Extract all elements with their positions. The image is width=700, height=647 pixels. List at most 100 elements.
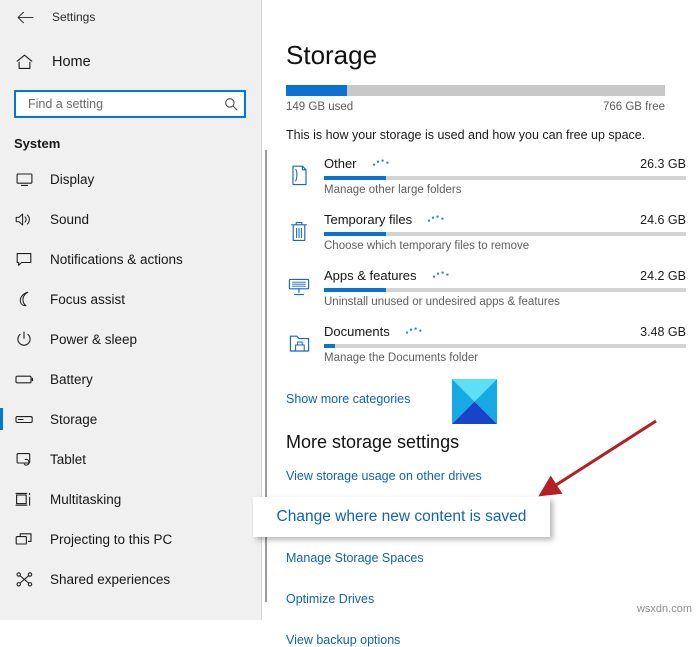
- selection-indicator: [0, 488, 3, 510]
- sidebar-item-battery[interactable]: Battery: [0, 359, 262, 399]
- category-size: 24.6 GB: [640, 213, 686, 227]
- search-input[interactable]: [26, 96, 224, 112]
- sidebar-item-label: Notifications & actions: [50, 251, 183, 267]
- callout-change-where-new-content-saved[interactable]: Change where new content is saved: [253, 497, 550, 537]
- category-bar-fill: [324, 344, 335, 348]
- category-size: 24.2 GB: [640, 269, 686, 283]
- category-subtitle: Uninstall unused or undesired apps & fea…: [324, 296, 560, 308]
- category-header: Documents 3.48 GB: [324, 324, 686, 339]
- callout-text: Change where new content is saved: [276, 508, 527, 525]
- link-view-backup-options[interactable]: View backup options: [286, 633, 700, 647]
- link-view-storage-other-drives[interactable]: View storage usage on other drives: [286, 469, 700, 483]
- settings-window: Settings Home System: [0, 0, 700, 647]
- monitor-keyboard-icon: [286, 272, 312, 302]
- back-button[interactable]: [12, 5, 38, 29]
- sidebar-item-label: Display: [50, 171, 95, 187]
- category-bar: [324, 176, 686, 180]
- folder-save-icon: [286, 328, 312, 358]
- category-body: Apps & features 24.2 GB Uninstall unused…: [324, 268, 700, 308]
- chat-bubble-icon: [14, 249, 34, 269]
- power-icon: [14, 329, 34, 349]
- category-row[interactable]: Documents 3.48 GB Manage the Documents f…: [286, 324, 700, 380]
- intro-text: This is how your storage is used and how…: [286, 128, 646, 142]
- sidebar-item-label: Sound: [50, 211, 90, 227]
- watermark-text: wsxdn.com: [636, 603, 692, 615]
- title-bar: Settings: [0, 0, 262, 34]
- drive-usage-meta: 149 GB used 766 GB free: [286, 101, 665, 113]
- multitasking-icon: [14, 489, 34, 509]
- category-bar: [324, 344, 686, 348]
- category-body: Temporary files 24.6 GB Choose which tem…: [324, 212, 700, 252]
- back-arrow-icon: [16, 11, 34, 23]
- selection-indicator: [0, 168, 3, 190]
- category-bar: [324, 232, 686, 236]
- drive-icon: [14, 409, 34, 429]
- drive-usage-fill: [286, 85, 347, 96]
- sidebar-item-home[interactable]: Home: [0, 44, 262, 80]
- search-box[interactable]: [14, 90, 246, 118]
- sidebar-item-focus-assist[interactable]: Focus assist: [0, 279, 262, 319]
- sidebar-item-label: Tablet: [50, 451, 87, 467]
- sidebar-item-multitasking[interactable]: Multitasking: [0, 479, 262, 519]
- loading-spinner-icon: [371, 158, 393, 168]
- category-row[interactable]: Apps & features 24.2 GB Uninstall unused…: [286, 268, 700, 324]
- sidebar-item-label: Power & sleep: [50, 331, 138, 347]
- search-icon[interactable]: [224, 97, 238, 111]
- category-bar-fill: [324, 176, 386, 180]
- selection-indicator: [0, 568, 3, 590]
- moon-icon: [14, 289, 34, 309]
- sidebar-item-notifications[interactable]: Notifications & actions: [0, 239, 262, 279]
- sidebar-item-label: Focus assist: [50, 291, 126, 307]
- sidebar-item-display[interactable]: Display: [0, 159, 262, 199]
- drive-free-label: 766 GB free: [602, 101, 665, 113]
- file-page-icon: [286, 160, 312, 190]
- sidebar: Settings Home System: [0, 0, 262, 620]
- tablet-icon: [14, 449, 34, 469]
- category-bar-fill: [324, 288, 386, 292]
- selection-indicator: [0, 288, 3, 310]
- drive-usage-bar: [286, 85, 665, 96]
- sidebar-item-label: Shared experiences: [50, 571, 171, 587]
- section-title-more-storage: More storage settings: [286, 432, 460, 452]
- selection-indicator: [0, 368, 3, 390]
- sidebar-item-shared-experiences[interactable]: Shared experiences: [0, 559, 262, 599]
- share-icon: [14, 569, 34, 589]
- category-subtitle: Manage the Documents folder: [324, 352, 479, 364]
- sidebar-item-label: Multitasking: [50, 491, 122, 507]
- monitor-icon: [14, 169, 34, 189]
- category-subtitle: Choose which temporary files to remove: [324, 240, 530, 252]
- speaker-icon: [14, 209, 34, 229]
- sidebar-item-projecting[interactable]: Projecting to this PC: [0, 519, 262, 559]
- sidebar-item-power-sleep[interactable]: Power & sleep: [0, 319, 262, 359]
- selection-indicator: [0, 248, 3, 270]
- category-body: Other 26.3 GB Manage other large folders: [324, 156, 700, 196]
- category-header: Temporary files 24.6 GB: [324, 212, 686, 227]
- category-row[interactable]: Other 26.3 GB Manage other large folders: [286, 156, 700, 212]
- category-body: Documents 3.48 GB Manage the Documents f…: [324, 324, 700, 364]
- selection-indicator: [0, 328, 3, 350]
- sidebar-item-label: Projecting to this PC: [50, 531, 173, 547]
- category-row[interactable]: Temporary files 24.6 GB Choose which tem…: [286, 212, 700, 268]
- sidebar-home-label: Home: [52, 54, 91, 70]
- category-name: Temporary files: [324, 212, 413, 227]
- category-bar: [324, 288, 686, 292]
- sidebar-item-sound[interactable]: Sound: [0, 199, 262, 239]
- brand-tile-graphic: [452, 379, 497, 424]
- sidebar-item-tablet[interactable]: Tablet: [0, 439, 262, 479]
- more-storage-links: View storage usage on other drives Chang…: [286, 469, 700, 647]
- project-screen-icon: [14, 529, 34, 549]
- trash-bin-icon: [286, 216, 312, 246]
- selection-indicator: [0, 208, 3, 230]
- link-manage-storage-spaces[interactable]: Manage Storage Spaces: [286, 551, 700, 565]
- storage-categories: Other 26.3 GB Manage other large folders…: [286, 156, 700, 380]
- sidebar-nav: Display Sound Notifications & actions Fo…: [0, 159, 262, 599]
- category-name: Apps & features: [324, 268, 417, 283]
- category-header: Other 26.3 GB: [324, 156, 686, 171]
- category-name: Other: [324, 156, 357, 171]
- loading-spinner-icon: [426, 214, 448, 224]
- sidebar-group-title: System: [14, 136, 61, 151]
- sidebar-item-label: Storage: [50, 411, 98, 427]
- category-bar-fill: [324, 232, 386, 236]
- home-icon: [14, 54, 34, 70]
- sidebar-item-storage[interactable]: Storage: [0, 399, 262, 439]
